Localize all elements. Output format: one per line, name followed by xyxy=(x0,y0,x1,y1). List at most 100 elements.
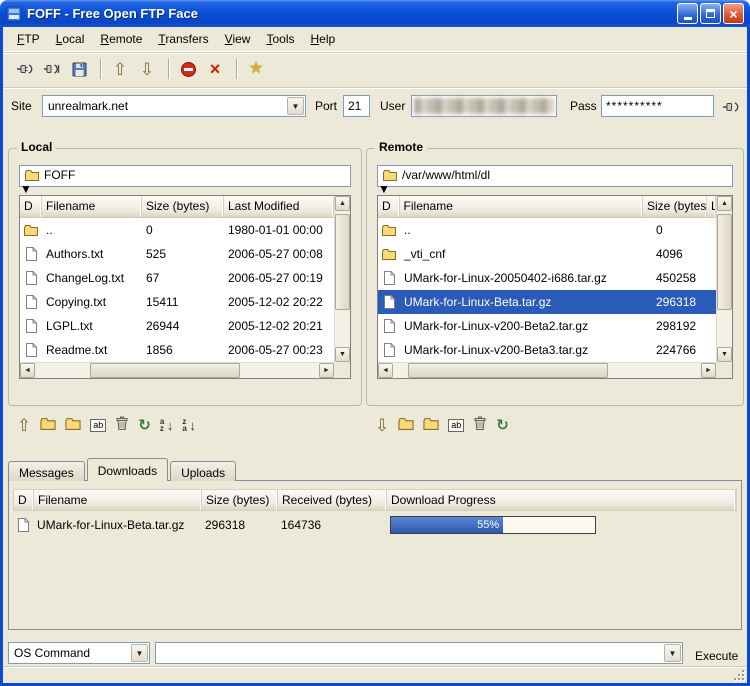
resize-grip[interactable] xyxy=(731,667,747,683)
file-row[interactable]: ChangeLog.txt 67 2006-05-27 00:19 xyxy=(20,266,334,290)
tab-messages[interactable]: Messages xyxy=(8,461,85,481)
command-input-combo[interactable]: ▼ xyxy=(155,642,683,664)
chevron-down-icon[interactable]: ▼ xyxy=(287,97,304,115)
delete-icon[interactable] xyxy=(115,416,129,434)
stop-icon[interactable] xyxy=(176,57,200,81)
menu-ftp[interactable]: FTP xyxy=(9,29,48,49)
connect-icon[interactable] xyxy=(13,57,37,81)
column-header-filename[interactable]: Filename xyxy=(34,490,202,510)
download-row[interactable]: UMark-for-Linux-Beta.tar.gz 296318 16473… xyxy=(13,512,737,538)
horizontal-scrollbar[interactable]: ◄ ► xyxy=(20,362,334,378)
disconnect-icon[interactable] xyxy=(40,57,64,81)
chevron-down-icon[interactable]: ▼ xyxy=(131,644,148,662)
file-row[interactable]: LGPL.txt 26944 2005-12-02 20:21 xyxy=(20,314,334,338)
sort-asc-icon[interactable]: az ↓ xyxy=(160,418,174,433)
scroll-up-icon[interactable]: ▲ xyxy=(335,196,350,211)
open-folder-icon[interactable] xyxy=(398,417,414,433)
column-header-size[interactable]: Size (bytes) xyxy=(142,196,224,217)
column-header-size[interactable]: Size (bytes) xyxy=(643,196,707,217)
pass-input[interactable] xyxy=(601,95,714,117)
filename-cell: .. xyxy=(404,223,411,237)
chevron-down-icon[interactable]: ▼ xyxy=(378,182,390,196)
file-row[interactable]: .. 0 1980-01-01 00:00 xyxy=(20,218,334,242)
remote-path-combo[interactable]: /var/www/html/dl ▼ xyxy=(377,165,733,196)
new-folder-icon[interactable] xyxy=(65,417,81,433)
vertical-scrollbar[interactable]: ▲ ▼ xyxy=(716,196,732,362)
file-row[interactable]: .. 0 xyxy=(378,218,716,242)
menu-view[interactable]: View xyxy=(217,29,259,49)
menu-local[interactable]: Local xyxy=(48,29,93,49)
upload-arrow-icon[interactable]: ⇧ xyxy=(17,417,31,434)
scroll-up-icon[interactable]: ▲ xyxy=(717,196,732,211)
progress-cell: 55% xyxy=(386,516,737,534)
scroll-right-icon[interactable]: ► xyxy=(701,363,716,378)
file-row[interactable]: Copying.txt 15411 2005-12-02 20:22 xyxy=(20,290,334,314)
open-folder-icon[interactable] xyxy=(40,417,56,433)
column-header-modified[interactable]: Last Modified xyxy=(224,196,334,217)
local-path-combo[interactable]: FOFF ▼ xyxy=(19,165,351,196)
scroll-right-icon[interactable]: ► xyxy=(319,363,334,378)
menu-remote[interactable]: Remote xyxy=(92,29,150,49)
toolbar-separator xyxy=(100,59,102,79)
download-arrow-icon[interactable]: ⇩ xyxy=(135,57,159,81)
download-arrow-icon[interactable]: ⇩ xyxy=(375,417,389,434)
scroll-left-icon[interactable]: ◄ xyxy=(20,363,35,378)
maximize-button[interactable] xyxy=(700,3,721,24)
column-header-received[interactable]: Received (bytes) xyxy=(278,490,387,510)
rename-icon[interactable]: ab xyxy=(90,418,107,432)
column-header-filename[interactable]: Filename xyxy=(42,196,142,217)
horizontal-scrollbar[interactable]: ◄ ► xyxy=(378,362,716,378)
file-row[interactable]: UMark-for-Linux-20050402-i686.tar.gz 450… xyxy=(378,266,716,290)
close-button[interactable]: × xyxy=(723,3,744,24)
minimize-button[interactable] xyxy=(677,3,698,24)
app-icon[interactable] xyxy=(6,6,22,22)
delete-icon[interactable] xyxy=(473,416,487,434)
tab-uploads[interactable]: Uploads xyxy=(170,461,237,481)
column-header-d[interactable]: D xyxy=(14,490,34,510)
vertical-scrollbar[interactable]: ▲ ▼ xyxy=(334,196,350,362)
sort-desc-icon[interactable]: za ↓ xyxy=(182,418,196,433)
filename-cell: .. xyxy=(46,223,53,237)
column-header-size[interactable]: Size (bytes) xyxy=(202,490,278,510)
menu-transfers[interactable]: Transfers xyxy=(150,29,216,49)
refresh-icon[interactable]: ↻ xyxy=(138,418,151,433)
site-combo[interactable]: unrealmark.net ▼ xyxy=(42,95,306,117)
scrollbar-thumb[interactable] xyxy=(717,214,732,310)
file-row-selected[interactable]: UMark-for-Linux-Beta.tar.gz 296318 xyxy=(378,290,716,314)
column-header-progress[interactable]: Download Progress xyxy=(387,490,736,510)
column-header-d[interactable]: D xyxy=(20,196,42,217)
user-input[interactable] xyxy=(411,95,557,117)
new-folder-icon[interactable] xyxy=(423,417,439,433)
quick-connect-icon[interactable] xyxy=(719,95,743,119)
rename-icon[interactable]: ab xyxy=(448,418,465,432)
menu-help[interactable]: Help xyxy=(303,29,344,49)
scroll-left-icon[interactable]: ◄ xyxy=(378,363,393,378)
file-row[interactable]: Authors.txt 525 2006-05-27 00:08 xyxy=(20,242,334,266)
execute-button[interactable]: Execute xyxy=(695,649,738,663)
favorites-icon[interactable]: ★ xyxy=(244,57,268,81)
port-input[interactable] xyxy=(343,95,370,117)
titlebar[interactable]: FOFF - Free Open FTP Face × xyxy=(0,0,750,27)
scrollbar-thumb[interactable] xyxy=(90,363,240,378)
scroll-down-icon[interactable]: ▼ xyxy=(335,347,350,362)
column-header-d[interactable]: D xyxy=(378,196,400,217)
menu-tools[interactable]: Tools xyxy=(258,29,302,49)
abort-icon[interactable]: × xyxy=(203,57,227,81)
scrollbar-thumb[interactable] xyxy=(408,363,608,378)
chevron-down-icon[interactable]: ▼ xyxy=(664,644,681,662)
upload-arrow-icon[interactable]: ⇧ xyxy=(108,57,132,81)
scrollbar-thumb[interactable] xyxy=(335,214,350,310)
file-row[interactable]: Readme.txt 1856 2006-05-27 00:23 xyxy=(20,338,334,362)
save-icon[interactable] xyxy=(67,57,91,81)
column-header-filename[interactable]: Filename xyxy=(400,196,643,217)
command-type-combo[interactable]: OS Command ▼ xyxy=(8,642,150,664)
column-header-modified[interactable]: L xyxy=(707,196,716,217)
file-row[interactable]: UMark-for-Linux-v200-Beta3.tar.gz 224766 xyxy=(378,338,716,362)
tab-downloads[interactable]: Downloads xyxy=(86,458,169,481)
refresh-icon[interactable]: ↻ xyxy=(496,418,509,433)
bottom-tabs: Messages Downloads Uploads xyxy=(8,458,238,481)
file-row[interactable]: UMark-for-Linux-v200-Beta2.tar.gz 298192 xyxy=(378,314,716,338)
chevron-down-icon[interactable]: ▼ xyxy=(20,182,32,196)
file-row[interactable]: _vti_cnf 4096 xyxy=(378,242,716,266)
scroll-down-icon[interactable]: ▼ xyxy=(717,347,732,362)
